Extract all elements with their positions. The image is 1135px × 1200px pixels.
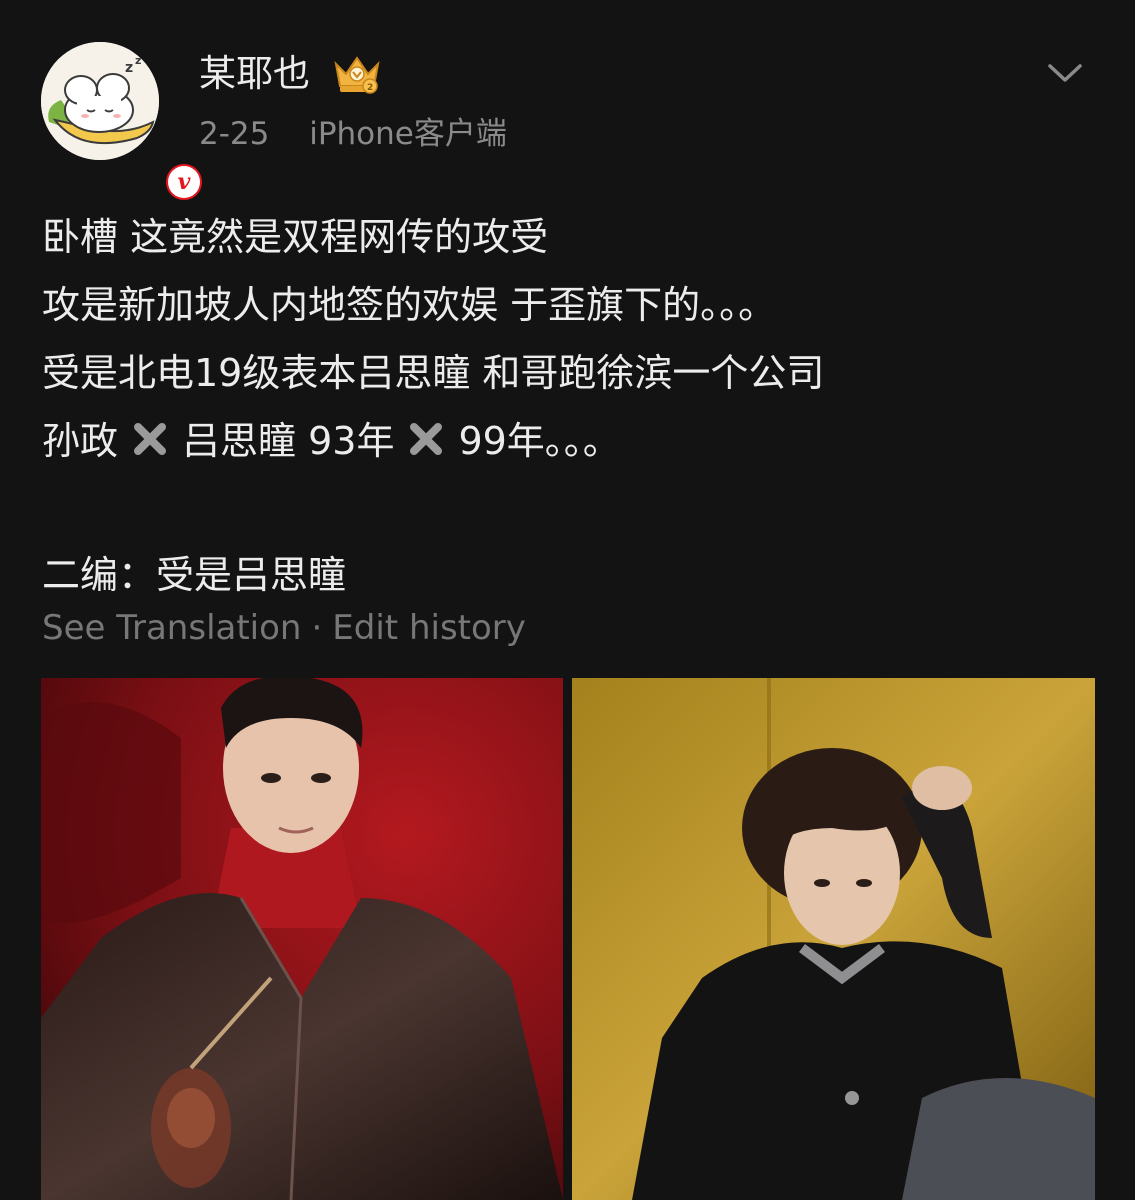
post-line-4-part-1: 孙政	[42, 419, 119, 463]
see-translation-link[interactable]: See Translation	[42, 608, 301, 648]
verified-badge-letter: v	[168, 166, 200, 198]
sleeping-bunny-avatar-icon: z z	[41, 42, 159, 160]
post-date: 2-25	[199, 116, 270, 152]
post-line-4-part-2: 吕思瞳 93年	[182, 419, 395, 463]
svg-text:2: 2	[367, 83, 373, 93]
photo-2-image	[572, 678, 1095, 1200]
verified-badge-icon: v	[162, 160, 206, 204]
author-avatar[interactable]: z z v	[41, 42, 206, 204]
photo-1-image	[41, 678, 563, 1200]
svg-text:z: z	[135, 54, 141, 67]
photo-man-red-background[interactable]	[41, 678, 563, 1200]
post-meta: 2-25 iPhone客户端	[199, 114, 507, 154]
edit-history-link[interactable]: Edit history	[332, 608, 526, 648]
heavy-multiplication-x-icon	[134, 423, 167, 455]
post-line-1: 卧槽 这竟然是双程网传的攻受	[42, 215, 549, 259]
post-line-5: 二编：受是吕思瞳	[42, 553, 347, 597]
post-line-2: 攻是新加坡人内地签的欢娱 于歪旗下的。。。	[42, 283, 777, 327]
heavy-multiplication-x-icon	[410, 423, 443, 455]
post-source: iPhone客户端	[309, 116, 507, 152]
post-actions: See Translation · Edit history	[42, 604, 526, 652]
photo-man-yellow-background[interactable]	[572, 678, 1095, 1200]
actions-separator: ·	[311, 608, 323, 648]
post-line-3: 受是北电19级表本吕思瞳 和哥跑徐滨一个公司	[42, 351, 825, 395]
chevron-down-icon[interactable]	[1044, 58, 1086, 88]
post-text: 卧槽 这竟然是双程网传的攻受 攻是新加坡人内地签的欢娱 于歪旗下的。。。 受是北…	[42, 203, 1102, 609]
svg-text:z: z	[125, 60, 133, 76]
post-line-4: 孙政 吕思瞳 93年 99年。。。	[42, 407, 1102, 475]
vip-crown-icon: 2	[334, 56, 380, 94]
author-name[interactable]: 某耶也	[199, 50, 310, 98]
post-line-4-part-3: 99年。。。	[458, 419, 621, 463]
